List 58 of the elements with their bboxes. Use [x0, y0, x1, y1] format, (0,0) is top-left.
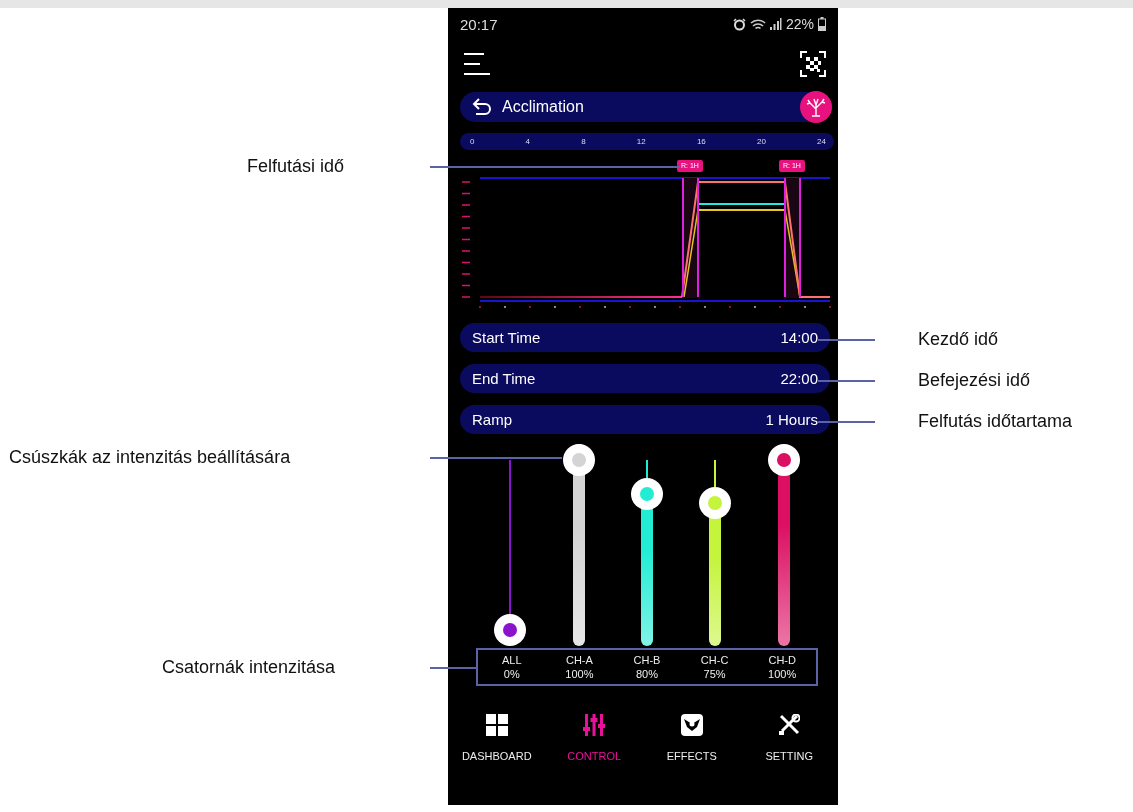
- battery-icon: [818, 17, 826, 31]
- nav-tab[interactable]: EFFECTS: [643, 714, 741, 762]
- hour-label: 12: [636, 137, 646, 146]
- channel-name: CH-B: [633, 654, 661, 666]
- battery-percent: 22%: [785, 16, 814, 32]
- grid-icon: [485, 714, 508, 736]
- annotation-label: Csatornák intenzitása: [162, 656, 336, 678]
- leader-line: [818, 380, 875, 382]
- signal-icon: [769, 18, 782, 30]
- leader-line: [818, 421, 875, 423]
- status-time: 20:17: [460, 15, 498, 33]
- slider-thumb[interactable]: [494, 614, 527, 646]
- setting-row[interactable]: Ramp 1 Hours: [460, 405, 830, 434]
- channel-name: CH-D: [768, 654, 796, 666]
- annotation-label: Kezdő idő: [918, 328, 999, 350]
- setting-label: Start Time: [472, 329, 541, 346]
- setting-label: End Time: [472, 370, 536, 387]
- nav-tab[interactable]: DASHBOARD: [448, 714, 546, 762]
- nav-tab[interactable]: CONTROL: [545, 714, 643, 762]
- channel-value: 80%: [635, 668, 658, 680]
- channel-name: CH-A: [565, 654, 593, 666]
- annotation-label: Felfutási idő: [247, 155, 345, 177]
- alarm-icon: [732, 17, 746, 31]
- hour-label: 0: [470, 137, 475, 146]
- annotation-label: Befejezési idő: [918, 369, 1031, 391]
- wifi-icon: [749, 17, 766, 31]
- setting-row[interactable]: Start Time 14:00: [460, 323, 830, 352]
- screen-title: Acclimation: [502, 98, 585, 116]
- setting-value: 22:00: [780, 370, 818, 387]
- annotation-label: Felfutás időtartama: [918, 410, 1073, 432]
- hour-label: 4: [525, 137, 531, 146]
- channel-name: ALL: [502, 654, 522, 666]
- channel-value: 0%: [503, 668, 520, 680]
- sliders-icon: [583, 714, 606, 736]
- setting-value: 1 Hours: [765, 411, 818, 428]
- hour-label: 8: [581, 137, 586, 146]
- slider-thumb[interactable]: [562, 444, 595, 476]
- leader-line: [818, 339, 875, 341]
- channel-value: 100%: [768, 668, 797, 680]
- hour-label: 24: [817, 137, 826, 146]
- setting-label: Ramp: [472, 411, 512, 428]
- channel-name: CH-C: [700, 654, 729, 666]
- hour-label: 20: [756, 137, 766, 146]
- annotation-label: Csúszkák az intenzitás beállítására: [9, 446, 291, 468]
- qr-scan-icon[interactable]: [800, 51, 826, 77]
- channel-value: 75%: [703, 668, 726, 680]
- slider-thumb[interactable]: [631, 478, 663, 510]
- hour-label: 16: [696, 137, 706, 146]
- slider-thumb[interactable]: [699, 486, 732, 519]
- channel-value: 100%: [565, 668, 594, 680]
- menu-icon[interactable]: [464, 52, 490, 76]
- slider-thumb[interactable]: [767, 444, 800, 476]
- setting-value: 14:00: [780, 329, 818, 346]
- back-arrow-icon[interactable]: [472, 98, 492, 116]
- tools-icon: [778, 714, 801, 736]
- setting-row[interactable]: End Time 22:00: [460, 364, 830, 393]
- coral-icon[interactable]: [800, 91, 832, 123]
- nav-tab[interactable]: SETTING: [740, 714, 838, 762]
